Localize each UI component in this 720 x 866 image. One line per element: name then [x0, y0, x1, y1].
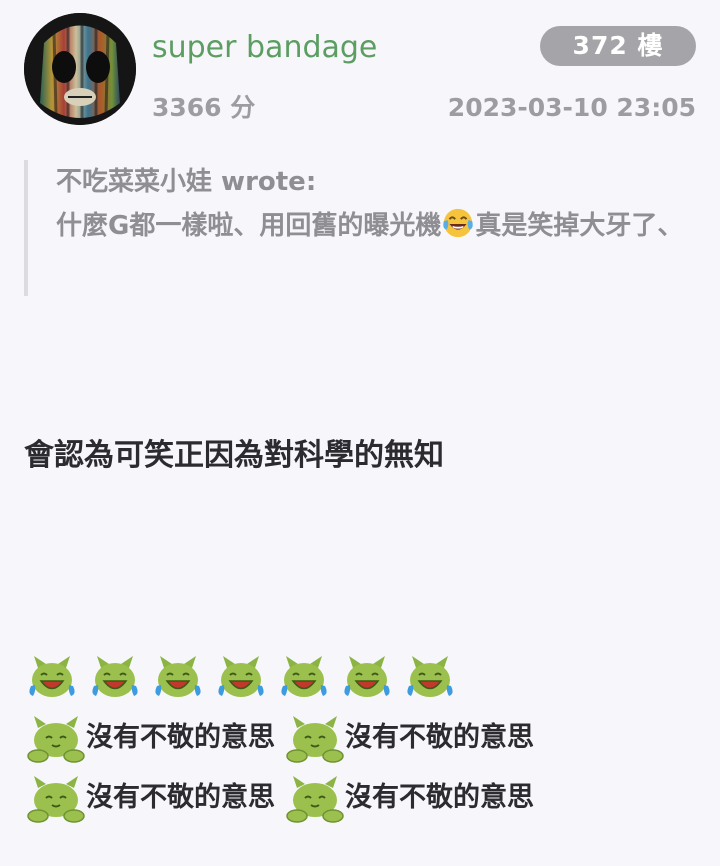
quote-text-part-2: 真是笑掉大牙了、	[475, 211, 684, 241]
floor-number-badge: 372 樓	[540, 26, 696, 66]
calm-sticker-label: 沒有不敬的意思	[86, 782, 275, 813]
masked-figure-avatar-icon	[24, 13, 136, 125]
green-blob-laughing-sticker-icon	[344, 656, 390, 697]
green-blob-laughing-sticker-icon	[407, 656, 453, 697]
green-blob-calm-sticker-icon	[286, 716, 344, 763]
post-timestamp: 2023-03-10 23:05	[447, 93, 696, 122]
green-blob-laughing-sticker-icon	[29, 656, 75, 697]
calm-sticker-group: 沒有不敬的意思	[24, 712, 275, 764]
green-blob-laughing-sticker-icon	[155, 656, 201, 697]
green-blob-laughing-sticker-icon	[218, 656, 264, 697]
green-blob-calm-sticker-icon	[27, 776, 85, 823]
quote-author: 不吃菜菜小娃 wrote:	[56, 167, 317, 197]
green-blob-laughing-sticker-icon	[281, 656, 327, 697]
calm-sticker-group: 沒有不敬的意思	[283, 712, 534, 764]
calm-sticker-label: 沒有不敬的意思	[345, 722, 534, 753]
calm-sticker-row-1: 沒有不敬的意思 沒有不敬的意思	[24, 712, 542, 764]
green-blob-calm-sticker-icon	[286, 776, 344, 823]
user-avatar[interactable]	[24, 13, 136, 125]
quoted-reply: 不吃菜菜小娃 wrote: 什麼G都一樣啦、用回舊的曝光機 真是笑掉大牙了、	[24, 160, 694, 296]
quote-text: 什麼G都一樣啦、用回舊的曝光機 真是笑掉大牙了、	[56, 204, 694, 248]
post-body-text: 會認為可笑正因為對科學的無知	[24, 438, 444, 473]
calm-sticker-label: 沒有不敬的意思	[86, 722, 275, 753]
calm-sticker-row-2: 沒有不敬的意思 沒有不敬的意思	[24, 772, 542, 824]
quote-text-part-1: 什麼G都一樣啦、用回舊的曝光機	[56, 211, 442, 241]
face-with-tears-of-joy-icon	[443, 208, 474, 238]
laughing-sticker-row	[24, 652, 465, 704]
green-blob-calm-sticker-icon	[27, 716, 85, 763]
calm-sticker-group: 沒有不敬的意思	[24, 772, 275, 824]
forum-post: super bandage 372 樓 3366 分 2023-03-10 23…	[0, 0, 720, 866]
calm-sticker-label: 沒有不敬的意思	[345, 782, 534, 813]
username-link[interactable]: super bandage	[152, 28, 377, 68]
calm-sticker-group: 沒有不敬的意思	[283, 772, 534, 824]
green-blob-laughing-sticker-icon	[92, 656, 138, 697]
user-score: 3366 分	[152, 93, 256, 122]
